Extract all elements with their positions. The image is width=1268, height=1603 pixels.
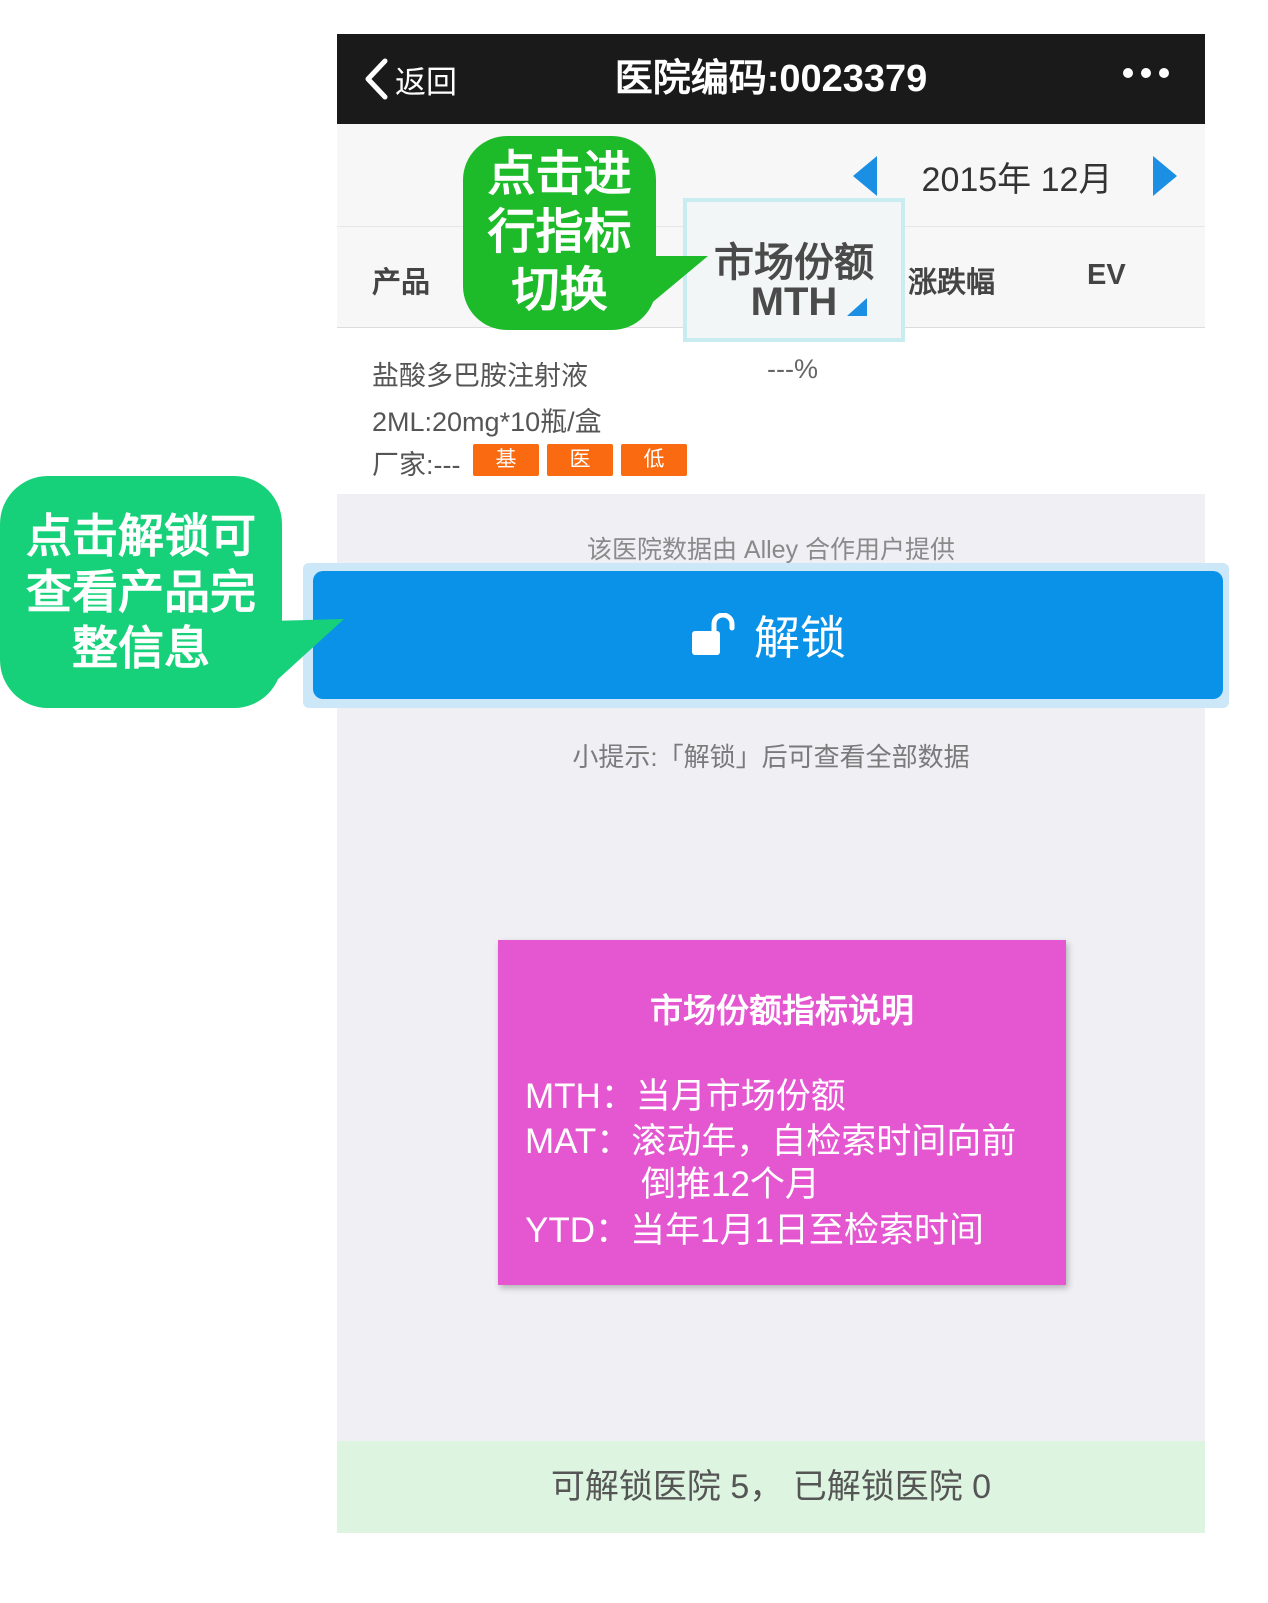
callout-line: 整信息 xyxy=(72,622,210,674)
unlock-tip: 小提示:「解锁」后可查看全部数据 xyxy=(572,742,970,772)
previous-month-icon[interactable] xyxy=(853,156,879,196)
unlock-label: 解锁 xyxy=(754,612,846,664)
info-line-mat-cont: 倒推12个月 xyxy=(641,1165,820,1204)
metric-type: MTH xyxy=(750,280,838,324)
current-month: 2015年 12月 xyxy=(921,161,1113,199)
callout-pointer xyxy=(640,256,708,306)
tag-low-price: 低 xyxy=(621,444,687,476)
chevron-left-icon xyxy=(365,58,388,100)
back-label: 返回 xyxy=(395,64,457,100)
more-menu-icon[interactable] xyxy=(1123,68,1169,78)
tag-insurance: 医 xyxy=(547,444,613,476)
data-provider-note: 该医院数据由 Alley 合作用户提供 xyxy=(586,536,956,564)
back-button[interactable]: 返回 xyxy=(363,54,457,104)
product-spec: 2ML:20mg*10瓶/盒 xyxy=(372,407,602,437)
callout-line: 查看产品完 xyxy=(26,566,256,618)
unlock-status-bar: 可解锁医院 5， 已解锁医院 0 xyxy=(337,1441,1205,1533)
callout-metric-switch: 点击进 行指标 切换 xyxy=(463,136,656,330)
product-name: 盐酸多巴胺注射液 xyxy=(372,361,588,391)
callout-line: 点击解锁可 xyxy=(26,510,256,562)
metric-switch-header[interactable]: 市场份额 MTH xyxy=(683,198,905,342)
product-market-share: ---% xyxy=(767,354,818,384)
info-title: 市场份额指标说明 xyxy=(650,992,914,1029)
callout-unlock: 点击解锁可 查看产品完 整信息 xyxy=(0,476,282,708)
dropdown-corner-icon xyxy=(847,298,867,316)
info-line-mth: MTH：当月市场份额 xyxy=(525,1077,846,1116)
callout-line: 行指标 xyxy=(487,206,632,259)
product-row[interactable]: 盐酸多巴胺注射液 2ML:20mg*10瓶/盒 厂家:--- ---% 基 医 … xyxy=(337,328,1205,494)
navigation-bar: 返回 医院编码:0023379 xyxy=(337,34,1205,124)
column-header-product: 产品 xyxy=(372,267,431,299)
tag-basic: 基 xyxy=(473,444,539,476)
column-header-ev[interactable]: EV xyxy=(1087,259,1126,292)
unlock-button[interactable]: 解锁 xyxy=(313,571,1223,699)
metric-explanation-box: 市场份额指标说明 MTH：当月市场份额 MAT：滚动年，自检索时间向前 倒推12… xyxy=(498,940,1066,1285)
unlock-icon xyxy=(692,613,735,655)
next-month-icon[interactable] xyxy=(1151,156,1177,196)
callout-line: 切换 xyxy=(511,264,608,317)
callout-pointer xyxy=(270,619,344,681)
callout-line: 点击进 xyxy=(487,148,632,201)
info-line-ytd: YTD：当年1月1日至检索时间 xyxy=(525,1211,984,1250)
column-header-change[interactable]: 涨跌幅 xyxy=(908,259,995,301)
page-title: 医院编码:0023379 xyxy=(614,58,928,100)
product-manufacturer: 厂家:--- xyxy=(372,450,461,480)
